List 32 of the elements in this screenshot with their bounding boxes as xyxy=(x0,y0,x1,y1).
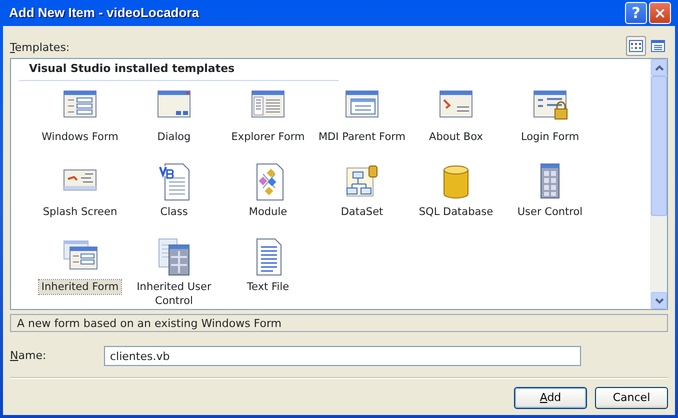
scroll-up-button[interactable] xyxy=(651,59,667,76)
template-item[interactable]: Windows Form xyxy=(40,130,120,144)
template-item[interactable]: Dialog xyxy=(155,130,193,144)
template-item[interactable]: Login Form xyxy=(518,130,582,144)
close-button[interactable]: × xyxy=(649,2,671,24)
add-button[interactable]: Add xyxy=(514,387,587,409)
window-title: Add New Item - videoLocadora xyxy=(9,4,200,22)
chevron-down-icon xyxy=(654,298,664,304)
scroll-down-button[interactable] xyxy=(651,292,667,309)
template-item[interactable]: DataSet xyxy=(338,204,386,218)
template-item[interactable]: Inherited User Control xyxy=(129,280,219,308)
template-item[interactable]: Inherited Form xyxy=(39,280,121,294)
chevron-up-icon xyxy=(654,64,664,70)
cancel-button[interactable]: Cancel xyxy=(595,387,668,409)
scrollbar[interactable] xyxy=(650,59,667,309)
template-item[interactable]: Module xyxy=(246,204,290,218)
template-item[interactable]: About Box xyxy=(427,130,485,144)
help-button[interactable]: ? xyxy=(625,2,647,24)
template-item[interactable]: User Control xyxy=(515,204,585,218)
template-item[interactable]: MDI Parent Form xyxy=(316,130,408,144)
template-item[interactable]: Splash Screen xyxy=(40,204,120,218)
description-text: A new form based on an existing Windows Form xyxy=(10,314,668,332)
template-item[interactable]: Class xyxy=(158,204,190,218)
large-icons-view-button[interactable] xyxy=(626,36,646,56)
name-label: Name: xyxy=(10,348,48,364)
scroll-thumb[interactable] xyxy=(651,76,667,216)
template-item[interactable]: Explorer Form xyxy=(229,130,307,144)
group-header: Visual Studio installed templates xyxy=(19,61,339,80)
name-field[interactable]: clientes.vb xyxy=(104,346,581,366)
template-item[interactable]: Text File xyxy=(244,280,292,294)
template-item[interactable]: SQL Database xyxy=(416,204,496,218)
templates-label: Templates: xyxy=(10,40,70,56)
